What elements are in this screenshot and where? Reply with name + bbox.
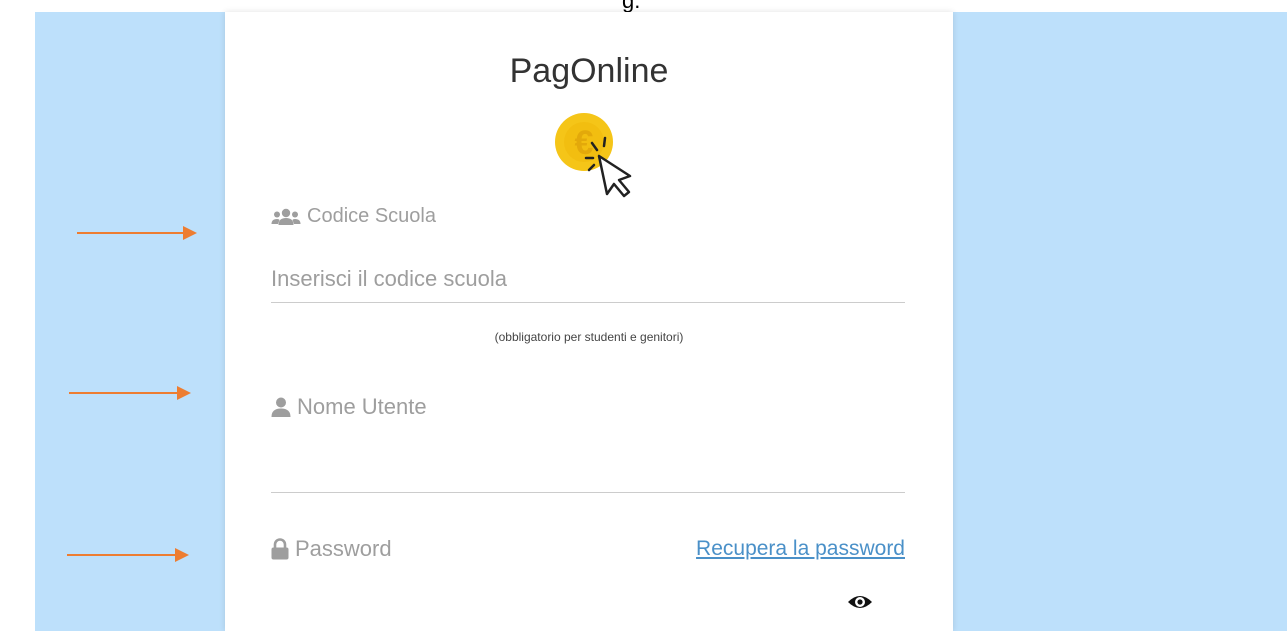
username-label: Nome Utente [271, 394, 427, 420]
school-code-input[interactable] [271, 266, 905, 303]
username-label-text: Nome Utente [297, 394, 427, 419]
annotation-arrow-password [67, 548, 189, 562]
lock-icon [271, 538, 289, 560]
euro-coin-cursor-icon: € [552, 112, 632, 202]
school-code-label-text: Codice Scuola [307, 205, 436, 227]
annotation-arrow-username [69, 386, 191, 400]
eye-icon[interactable] [847, 592, 873, 612]
annotation-arrow-school-code [77, 226, 197, 240]
username-input[interactable] [271, 452, 905, 493]
password-label-text: Password [295, 536, 392, 561]
user-icon [271, 397, 291, 417]
school-code-hint: (obbligatorio per studenti e genitori) [494, 330, 684, 344]
recover-password-link[interactable]: Recupera la password [696, 537, 905, 561]
password-label: Password [271, 536, 392, 562]
app-title: PagOnline [509, 52, 669, 90]
svg-text:€: € [575, 124, 594, 162]
login-panel: PagOnline € Codice Scuola Inserisci il c… [225, 12, 953, 631]
users-icon [271, 208, 301, 226]
left-background [35, 12, 225, 631]
right-background [953, 12, 1287, 631]
school-code-label: Codice Scuola [271, 205, 436, 228]
